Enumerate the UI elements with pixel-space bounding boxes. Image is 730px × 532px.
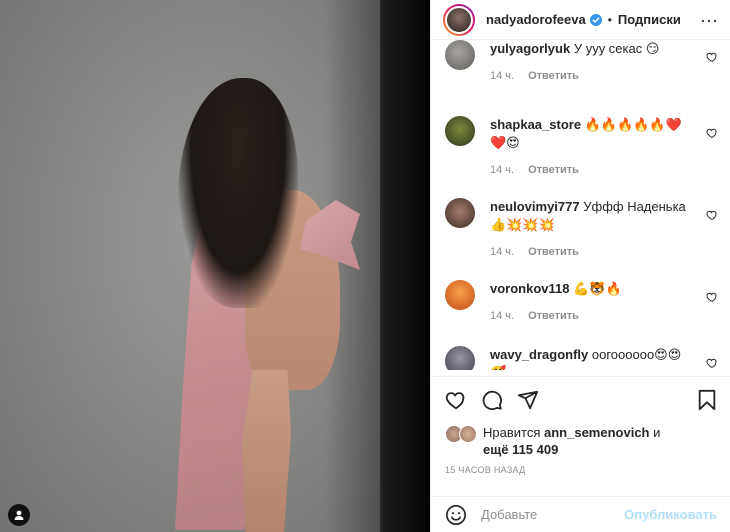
comment-item: neulovimyi777 Уффф Наденька 👍💥💥💥 14 ч. От… [445, 194, 718, 276]
emoji-smiley-icon[interactable] [445, 504, 467, 526]
comment-item: yulyagorlyuk У ууу секас 😏 14 ч. Ответить [445, 40, 718, 112]
post-header: nadyadorofeeva • Подписки ··· [431, 0, 730, 40]
likes-summary: Нравится ann_semenovich и ещё 115 409 [445, 424, 717, 458]
comment-text-wrap: wavy_dragonfly оогоооооо😍😍🥰 [490, 346, 695, 370]
like-comment-icon[interactable] [706, 290, 718, 308]
comments-list[interactable]: yulyagorlyuk У ууу секас 😏 14 ч. Ответить… [431, 40, 730, 370]
commenter-avatar[interactable] [445, 280, 475, 310]
comment-bubble-icon[interactable] [481, 389, 503, 411]
commenter-avatar[interactable] [445, 346, 475, 370]
comment-time[interactable]: 14 ч. [490, 70, 514, 82]
comment-text-wrap: shapkaa_store 🔥🔥🔥🔥🔥❤️❤️😍 [490, 116, 695, 152]
commenter-username[interactable]: voronkov118 [490, 281, 570, 296]
like-comment-icon[interactable] [706, 50, 718, 68]
post-side-panel: nadyadorofeeva • Подписки ··· yulyagorly… [430, 0, 730, 532]
add-comment-bar: Добавьте Опубликовать [431, 496, 730, 532]
post-photo[interactable] [0, 0, 430, 532]
likes-count-button[interactable]: ещё 115 409 [483, 442, 558, 457]
reply-button[interactable]: Ответить [528, 310, 579, 322]
liker-avatars[interactable] [445, 425, 481, 445]
reply-button[interactable]: Ответить [528, 70, 579, 82]
comment-item: voronkov118 💪🐯🔥 14 ч. Ответить [445, 276, 718, 342]
comment-text-wrap: voronkov118 💪🐯🔥 [490, 280, 695, 298]
post-actions-bar [431, 376, 730, 422]
reply-button[interactable]: Ответить [528, 246, 579, 258]
comment-item: wavy_dragonfly оогоооооо😍😍🥰 [445, 342, 718, 370]
comment-time[interactable]: 14 ч. [490, 310, 514, 322]
commenter-avatar[interactable] [445, 40, 475, 70]
commenter-username[interactable]: shapkaa_store [490, 117, 581, 132]
header-separator: • [607, 12, 612, 27]
commenter-avatar[interactable] [445, 116, 475, 146]
post-viewer: nadyadorofeeva • Подписки ··· yulyagorly… [0, 0, 730, 532]
photo-subject [150, 70, 380, 532]
comment-text-wrap: neulovimyi777 Уффф Наденька 👍💥💥💥 [490, 198, 695, 234]
like-heart-icon[interactable] [445, 389, 467, 411]
comment-time[interactable]: 14 ч. [490, 246, 514, 258]
likes-prefix: Нравится [483, 425, 541, 440]
verified-badge-icon [589, 13, 602, 26]
commenter-avatar[interactable] [445, 198, 475, 228]
like-comment-icon[interactable] [706, 356, 718, 370]
author-avatar[interactable] [443, 3, 475, 36]
comment-text: У ууу секас 😏 [573, 41, 660, 56]
likes-more-prefix: ещё [483, 442, 509, 457]
share-paper-plane-icon[interactable] [517, 389, 539, 411]
likes-count: 115 409 [512, 442, 559, 457]
tagged-user-icon[interactable] [8, 504, 30, 526]
commenter-username[interactable]: yulyagorlyuk [490, 41, 570, 56]
comment-item: shapkaa_store 🔥🔥🔥🔥🔥❤️❤️😍 14 ч. Ответить [445, 112, 718, 194]
save-bookmark-icon[interactable] [697, 389, 717, 411]
likes-text: Нравится ann_semenovich и ещё 115 409 [483, 424, 660, 458]
photo-dark-panel [383, 0, 430, 532]
like-comment-icon[interactable] [706, 126, 718, 144]
comment-time[interactable]: 14 ч. [490, 164, 514, 176]
like-comment-icon[interactable] [706, 208, 718, 226]
publish-button[interactable]: Опубликовать [624, 507, 717, 522]
more-options-icon[interactable]: ··· [700, 11, 718, 29]
post-timestamp[interactable]: 15 ЧАСОВ НАЗАД [445, 465, 526, 475]
following-button[interactable]: Подписки [618, 12, 681, 27]
likes-conjunction: и [653, 425, 661, 440]
reply-button[interactable]: Ответить [528, 164, 579, 176]
comment-input[interactable]: Добавьте [481, 507, 537, 522]
comment-text-wrap: yulyagorlyuk У ууу секас 😏 [490, 40, 695, 58]
liker-username[interactable]: ann_semenovich [544, 425, 650, 440]
author-username[interactable]: nadyadorofeeva [486, 12, 586, 27]
liker-avatar [459, 425, 477, 443]
commenter-username[interactable]: neulovimyi777 [490, 199, 580, 214]
comment-text: 💪🐯🔥 [573, 281, 622, 296]
subject-hair [178, 78, 298, 308]
commenter-username[interactable]: wavy_dragonfly [490, 347, 588, 362]
